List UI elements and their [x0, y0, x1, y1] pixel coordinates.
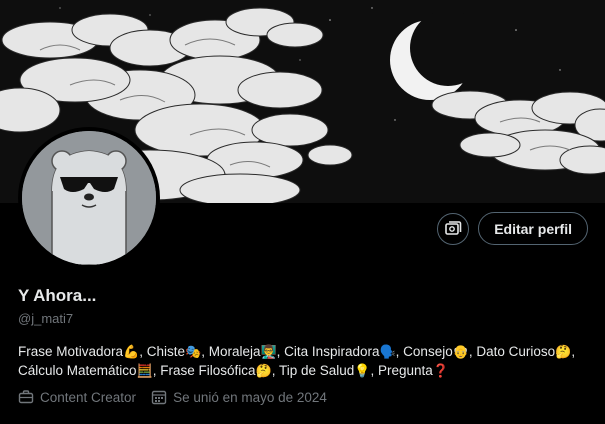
avatar[interactable]	[18, 127, 160, 269]
settings-card-button[interactable]	[437, 212, 470, 245]
bio-text: Frase Motivadora	[18, 344, 124, 359]
profile-actions: Editar perfil	[437, 212, 588, 245]
bio-text: , Chiste	[139, 344, 186, 359]
abacus-emoji: 🧮	[136, 364, 153, 379]
teacher-emoji: 👨‍🏫	[260, 345, 277, 360]
profile-name: Y Ahora...	[18, 286, 97, 305]
theater-masks-emoji: 🎭	[185, 345, 202, 360]
bio-text: , Cita Inspiradora	[276, 344, 380, 359]
calendar-icon	[151, 390, 167, 405]
profile-handle: @j_mati7	[18, 311, 74, 326]
bio-text: , Dato Curioso	[468, 344, 556, 359]
flexed-biceps-emoji: 💪	[123, 345, 140, 360]
bio-text: , Pregunta	[370, 363, 433, 378]
avatar-image	[22, 131, 156, 265]
light-bulb-emoji: 💡	[354, 364, 371, 379]
question-mark-emoji: ❓	[432, 364, 449, 379]
profile-category: Content Creator	[18, 389, 136, 405]
speaking-head-emoji: 🗣️	[379, 345, 396, 360]
edit-profile-button[interactable]: Editar perfil	[478, 212, 588, 245]
bio-text: , Frase Filosófica	[152, 363, 256, 378]
bio-text: , Consejo	[395, 344, 453, 359]
category-label: Content Creator	[40, 389, 137, 405]
bio-text: , Moraleja	[201, 344, 261, 359]
profile-bio: Frase Motivadora💪, Chiste🎭, Moraleja👨‍🏫,…	[18, 343, 578, 381]
profile-joined: Se unió en mayo de 2024	[151, 389, 327, 405]
profile-meta: Content Creator Se unió en mayo de 2024	[18, 389, 327, 405]
briefcase-icon	[18, 390, 34, 404]
thinking-face-emoji: 🤔	[555, 345, 572, 360]
joined-label: Se unió en mayo de 2024	[173, 389, 327, 405]
thinking-face-emoji: 🤔	[255, 364, 272, 379]
bio-text: , Tip de Salud	[271, 363, 355, 378]
old-man-emoji: 👴	[452, 345, 469, 360]
settings-card-icon	[445, 220, 462, 235]
